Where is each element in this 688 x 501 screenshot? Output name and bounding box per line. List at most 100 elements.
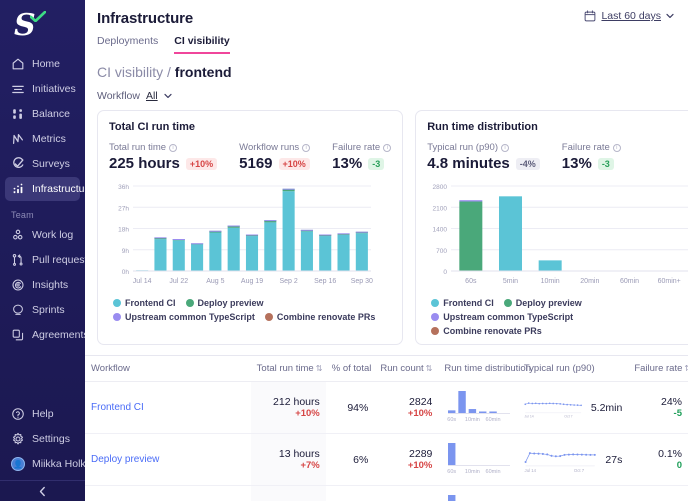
svg-text:10min: 10min [465, 417, 480, 422]
sidebar-item-infrastructure[interactable]: Infrastructure [5, 177, 80, 201]
info-icon[interactable]: i [302, 144, 310, 152]
delta: +10% [257, 408, 320, 419]
logo[interactable]: S [0, 0, 85, 52]
chart-run-time-distribution: 070014002100280060s5min10min20min60min60… [427, 182, 688, 290]
initiatives-icon [11, 82, 25, 96]
sidebar-item-insights[interactable]: Insights [5, 273, 80, 297]
svg-text:9h: 9h [122, 248, 130, 255]
sort-icon: ⇅ [426, 364, 433, 373]
table-row[interactable]: Deploy preview13 hours+7%6%2289+10%60s10… [85, 434, 688, 486]
svg-text:Jul 14: Jul 14 [524, 467, 536, 472]
table-row[interactable]: Frontend CI212 hours+10%94%2824+10%60s10… [85, 382, 688, 434]
legend-item[interactable]: Combine renovate PRs [431, 326, 542, 336]
sidebar-item-surveys[interactable]: Surveys [5, 152, 80, 176]
cell-typical-run: Jul 14Oct 720s [518, 486, 628, 501]
kpi-label: Failure rate [332, 142, 380, 153]
table-row[interactable]: Upstream common TypeScript10 minutes+34%… [85, 486, 688, 501]
sparkline-chart: Jul 14Oct 7 [524, 392, 585, 424]
legend-item[interactable]: Upstream common TypeScript [431, 312, 573, 322]
workflow-filter-label: Workflow [97, 90, 140, 102]
kpi-workflow-runs: Workflow runsi 5169 +10% [239, 142, 310, 172]
legend-label: Upstream common TypeScript [443, 312, 573, 322]
svg-text:Sep 30: Sep 30 [351, 278, 373, 285]
legend-item[interactable]: Frontend CI [113, 298, 176, 308]
legend-label: Frontend CI [125, 298, 176, 308]
col-total-run-time[interactable]: Total run time⇅ [251, 356, 326, 382]
sidebar-item-label: Sprints [32, 304, 65, 316]
sidebar-collapse-button[interactable] [0, 480, 85, 501]
sort-icon: ⇅ [684, 364, 688, 373]
avatar: 👤 [11, 457, 25, 471]
cell-typical-run: Jul 14Oct 727s [518, 434, 628, 486]
tab-deployments[interactable]: Deployments [97, 35, 158, 54]
svg-text:Sep 16: Sep 16 [314, 278, 336, 285]
svg-text:60min: 60min [486, 417, 501, 422]
info-icon[interactable]: i [613, 144, 621, 152]
sidebar-item-label: Work log [32, 229, 73, 241]
col-label: Run count [380, 363, 423, 374]
sidebar-item-metrics[interactable]: Metrics [5, 127, 80, 151]
chevron-down-icon [666, 13, 674, 19]
workflow-filter-value[interactable]: All [146, 90, 158, 102]
sidebar-item-initiatives[interactable]: Initiatives [5, 77, 80, 101]
col-label: Total run time [257, 363, 314, 374]
chevron-down-icon[interactable] [164, 93, 172, 99]
svg-text:Aug 19: Aug 19 [241, 278, 263, 285]
sprints-icon [11, 303, 25, 317]
legend-item[interactable]: Frontend CI [431, 298, 494, 308]
tab-ci-visibility[interactable]: CI visibility [174, 35, 229, 54]
info-icon[interactable]: i [383, 144, 391, 152]
kpi-value: 225 hours [109, 155, 180, 172]
svg-text:10min: 10min [541, 278, 560, 285]
date-range-picker[interactable]: Last 60 days [584, 10, 674, 22]
sidebar-item-work-log[interactable]: Work log [5, 223, 80, 247]
cell-workflow: Upstream common TypeScript [85, 486, 251, 501]
sidebar-item-settings[interactable]: Settings [5, 427, 80, 451]
sidebar-bottom-nav: Help Settings 👤 Miikka Holk... [0, 402, 85, 480]
sidebar-item-home[interactable]: Home [5, 52, 80, 76]
svg-text:Jul 14: Jul 14 [524, 414, 533, 418]
insights-icon [11, 278, 25, 292]
main-content: Infrastructure Last 60 days Deployments … [85, 0, 688, 501]
kpi-value: 5169 [239, 155, 272, 172]
mini-distribution-chart: 60s10min60min [444, 494, 514, 501]
delta: +10% [380, 460, 432, 471]
col-run-count[interactable]: Run count⇅ [374, 356, 438, 382]
cell-run-count: 43+54% [374, 486, 438, 501]
legend-item[interactable]: Combine renovate PRs [265, 312, 376, 322]
svg-text:2100: 2100 [433, 205, 448, 212]
info-icon[interactable]: i [169, 144, 177, 152]
cell-failure-rate: 24%-5 [628, 382, 688, 434]
sidebar-item-help[interactable]: Help [5, 402, 80, 426]
sidebar-item-pull-requests[interactable]: Pull requests [5, 248, 80, 272]
kpi-label: Typical run (p90) [427, 142, 498, 153]
sidebar-item-label: Pull requests [32, 254, 93, 266]
sidebar-spacer [0, 347, 85, 402]
legend-item[interactable]: Upstream common TypeScript [113, 312, 255, 322]
page-title: Infrastructure [97, 10, 193, 27]
primary-nav: Home Initiatives Balance Metrics Surveys… [0, 52, 85, 201]
sidebar-item-sprints[interactable]: Sprints [5, 298, 80, 322]
info-icon[interactable]: i [501, 144, 509, 152]
mini-distribution-chart: 60s10min60min [444, 390, 514, 422]
workflow-link[interactable]: Deploy preview [91, 454, 159, 465]
calendar-icon [584, 10, 596, 22]
svg-text:60min+: 60min+ [658, 278, 681, 285]
svg-text:5min: 5min [503, 278, 518, 285]
kpi-label: Workflow runs [239, 142, 299, 153]
legend-label: Upstream common TypeScript [125, 312, 255, 322]
sidebar-item-agreements[interactable]: Agreements [5, 323, 80, 347]
sidebar-item-label: Surveys [32, 158, 70, 170]
work-log-icon [11, 228, 25, 242]
svg-text:Sep 2: Sep 2 [279, 278, 297, 285]
col-failure-rate[interactable]: Failure rate⇅ [628, 356, 688, 382]
svg-text:36h: 36h [118, 184, 129, 191]
table-header-row: Workflow Total run time⇅ % of total Run … [85, 356, 688, 382]
sidebar-item-user[interactable]: 👤 Miikka Holk... [5, 452, 80, 476]
sidebar-item-label: Help [32, 408, 54, 420]
workflow-link[interactable]: Frontend CI [91, 402, 144, 413]
cell-run-count: 2824+10% [374, 382, 438, 434]
legend-item[interactable]: Deploy preview [186, 298, 264, 308]
legend-item[interactable]: Deploy preview [504, 298, 582, 308]
sidebar-item-balance[interactable]: Balance [5, 102, 80, 126]
